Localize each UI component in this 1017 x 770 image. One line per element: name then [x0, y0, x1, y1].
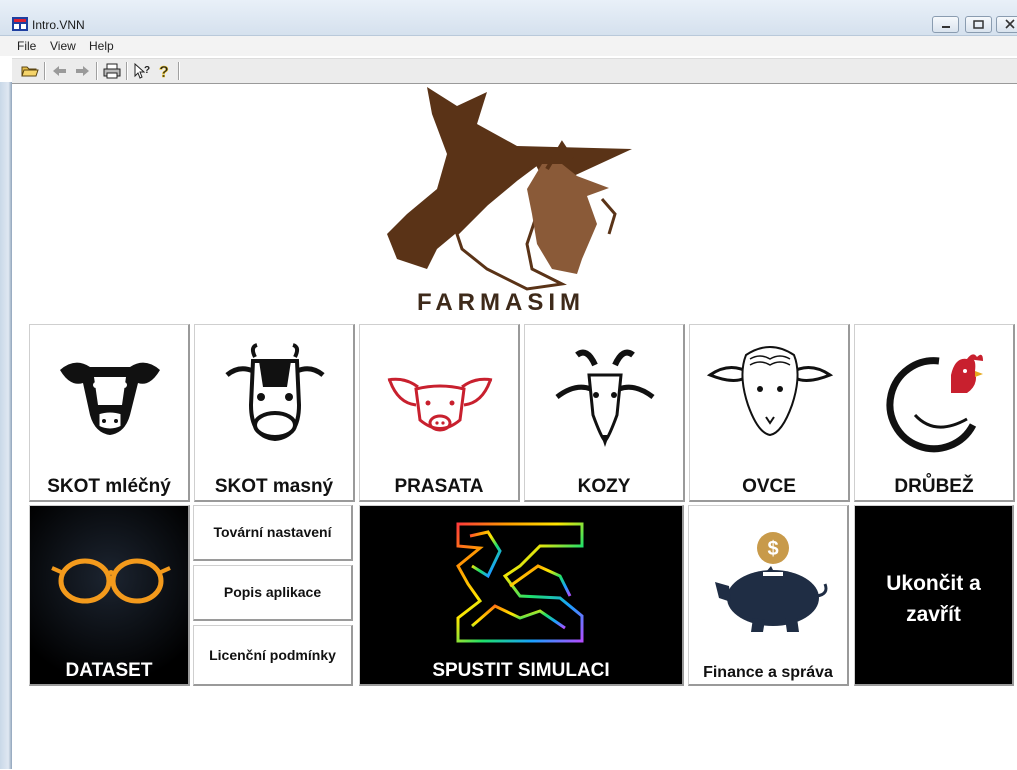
svg-text:?: ? [144, 65, 150, 76]
toolbar-separator [96, 62, 98, 80]
tile-label: Finance a správa [703, 664, 833, 681]
tile-label: SKOT masný [214, 476, 334, 497]
dairy-cow-icon [60, 362, 160, 435]
tile-kozy[interactable]: KOZY [524, 324, 685, 502]
tile-prasata[interactable]: PRASATA [359, 324, 520, 502]
main-content: FARMASIM SKOT mléčný SKOT masný PRASATA … [12, 83, 1017, 770]
tile-label: SKOT mléčný [47, 476, 171, 497]
toolbar: ? ? [12, 58, 1017, 83]
sheep-icon [706, 346, 834, 437]
tile-skot-mlecny[interactable]: SKOT mléčný [29, 324, 190, 502]
title-bar: Intro.VNN [0, 0, 1017, 36]
forward-arrow-icon[interactable] [72, 61, 92, 81]
app-icon [12, 17, 28, 31]
close-icon [1005, 19, 1015, 29]
window-title: Intro.VNN [32, 18, 85, 32]
back-arrow-icon[interactable] [50, 61, 70, 81]
dataset-button[interactable]: DATASET [29, 505, 190, 686]
start-simulation-button[interactable]: SPUSTIT SIMULACI [359, 505, 684, 686]
close-button[interactable] [996, 16, 1017, 33]
tile-skot-masny[interactable]: SKOT masný [194, 324, 355, 502]
finance-button[interactable]: $ Finance a správa [688, 505, 849, 686]
toolbar-separator [126, 62, 128, 80]
open-folder-icon[interactable] [20, 61, 40, 81]
svg-text:?: ? [159, 64, 169, 81]
logo-title: FARMASIM [417, 289, 585, 316]
context-help-icon[interactable]: ? [132, 61, 152, 81]
piggy-bank-icon: $ [715, 532, 828, 632]
print-icon[interactable] [102, 61, 122, 81]
app-description-button[interactable]: Popis aplikace [193, 565, 353, 621]
pig-icon [387, 377, 493, 432]
farmasim-logo [387, 87, 632, 291]
rooster-icon [886, 354, 983, 453]
window-frame-left [0, 82, 12, 769]
help-icon[interactable]: ? [154, 61, 174, 81]
tile-label: SPUSTIT SIMULACI [432, 660, 610, 681]
menu-help[interactable]: Help [89, 39, 114, 53]
tile-label: DRŮBEŽ [894, 476, 974, 497]
goat-icon [555, 349, 655, 447]
beef-cow-icon [225, 343, 325, 442]
glasses-icon [51, 558, 171, 604]
toolbar-separator [44, 62, 46, 80]
factory-settings-button[interactable]: Tovární nastavení [193, 505, 353, 561]
minimize-button[interactable] [932, 16, 959, 33]
minimize-icon [942, 26, 950, 28]
menu-view[interactable]: View [50, 39, 76, 53]
tile-drubez[interactable]: DRŮBEŽ [854, 324, 1015, 502]
simulation-animals-icon [456, 522, 584, 643]
maximize-icon [973, 20, 984, 29]
license-terms-button[interactable]: Licenční podmínky [193, 625, 353, 686]
exit-button[interactable]: Ukončit a zavřít [854, 505, 1014, 686]
svg-text:$: $ [767, 538, 778, 560]
maximize-button[interactable] [965, 16, 992, 33]
tile-ovce[interactable]: OVCE [689, 324, 850, 502]
exit-label: Ukončit a zavřít [886, 572, 981, 626]
menu-file[interactable]: File [17, 39, 36, 53]
toolbar-separator [178, 62, 180, 80]
tile-label: OVCE [742, 476, 796, 497]
tile-label: PRASATA [394, 476, 484, 497]
menu-bar: File View Help [0, 36, 1017, 56]
tile-label: DATASET [65, 660, 153, 681]
tile-label: KOZY [577, 476, 631, 497]
app-window: Intro.VNN File View Help ? ? FARMASIM SK… [0, 0, 1017, 770]
